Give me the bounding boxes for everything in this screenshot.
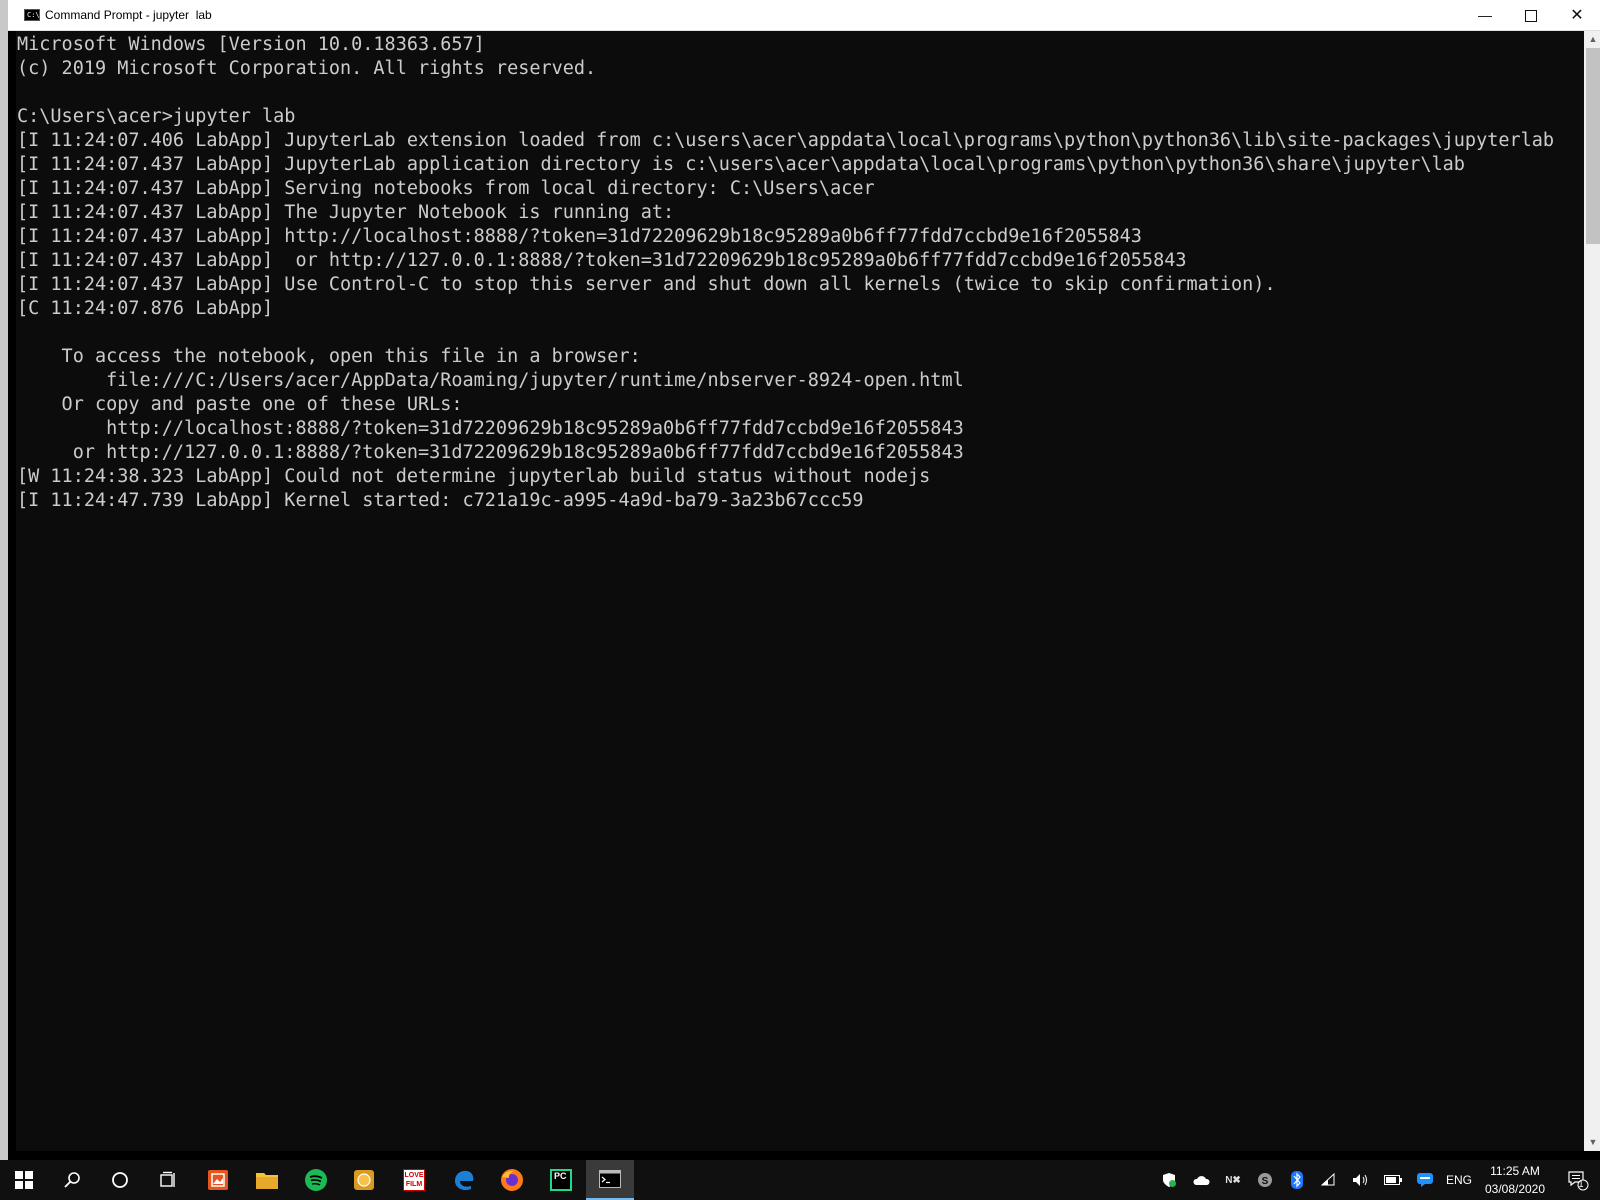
console-line: (c) 2019 Microsoft Corporation. All righ… bbox=[17, 58, 597, 79]
chat-tray[interactable] bbox=[1414, 1160, 1436, 1200]
command-prompt-icon bbox=[599, 1170, 621, 1188]
pycharm-icon: PC bbox=[550, 1169, 572, 1191]
task-view-button[interactable] bbox=[144, 1160, 192, 1200]
console-line: [I 11:24:07.437 LabApp] Use Control-C to… bbox=[17, 274, 1276, 295]
command-prompt-taskbar-button[interactable] bbox=[586, 1160, 634, 1200]
notification-count: 1 bbox=[1578, 1179, 1584, 1189]
file-explorer-icon bbox=[256, 1173, 278, 1189]
window-title: Command Prompt - jupyter lab bbox=[45, 8, 212, 22]
firefox-button[interactable] bbox=[488, 1160, 536, 1200]
edge-button[interactable] bbox=[440, 1160, 488, 1200]
spotify-icon bbox=[305, 1169, 327, 1191]
battery-icon bbox=[1384, 1175, 1402, 1185]
console-line: [C 11:24:07.876 LabApp] bbox=[17, 298, 274, 319]
minimize-icon: — bbox=[1478, 7, 1492, 23]
console-line: Or copy and paste one of these URLs: bbox=[17, 394, 463, 415]
search-icon bbox=[64, 1172, 80, 1188]
wifi-icon bbox=[1321, 1173, 1335, 1186]
bluetooth-icon bbox=[1291, 1171, 1303, 1189]
skype-icon: S bbox=[1258, 1173, 1272, 1187]
scrollbar-thumb[interactable] bbox=[1586, 48, 1600, 244]
cortana-button[interactable] bbox=[96, 1160, 144, 1200]
console-line: file:///C:/Users/acer/AppData/Roaming/ju… bbox=[17, 370, 964, 391]
skype-tray[interactable]: S bbox=[1254, 1160, 1276, 1200]
wifi-tray[interactable] bbox=[1318, 1160, 1340, 1200]
onedrive-tray[interactable] bbox=[1190, 1160, 1212, 1200]
minimize-button[interactable]: — bbox=[1462, 0, 1508, 31]
love-film-icon: LOVE FILM bbox=[403, 1169, 425, 1191]
spotify-button[interactable] bbox=[292, 1160, 340, 1200]
file-explorer-button[interactable] bbox=[243, 1160, 291, 1200]
volume-icon bbox=[1353, 1174, 1367, 1186]
clock[interactable]: 11:25 AM 03/08/2020 bbox=[1472, 1162, 1558, 1198]
command-prompt-title-icon[interactable]: C:\ bbox=[24, 9, 40, 21]
task-view-icon bbox=[160, 1171, 175, 1187]
maximize-icon bbox=[1525, 10, 1537, 23]
pycharm-button[interactable]: PC bbox=[537, 1160, 585, 1200]
console-line: Microsoft Windows [Version 10.0.18363.65… bbox=[17, 34, 485, 55]
command-prompt-window: C:\ Command Prompt - jupyter lab — ✕ Mic… bbox=[0, 0, 1600, 1160]
console-line: [I 11:24:47.739 LabApp] Kernel started: … bbox=[17, 490, 864, 511]
edge-icon bbox=[455, 1170, 474, 1191]
bluetooth-tray[interactable] bbox=[1286, 1160, 1308, 1200]
nvidia-tray[interactable]: N✖ bbox=[1222, 1160, 1244, 1200]
language-indicator[interactable]: ENG bbox=[1446, 1160, 1472, 1200]
chat-icon bbox=[1417, 1173, 1433, 1187]
onedrive-icon bbox=[1193, 1176, 1210, 1185]
scroll-up-icon[interactable]: ▲ bbox=[1584, 31, 1600, 48]
clock-time: 11:25 AM bbox=[1490, 1164, 1540, 1178]
console-line: or http://127.0.0.1:8888/?token=31d72209… bbox=[17, 442, 964, 463]
scroll-down-icon[interactable]: ▼ bbox=[1584, 1134, 1600, 1151]
coin-app-icon bbox=[354, 1170, 374, 1190]
svg-text:S: S bbox=[1262, 1176, 1269, 1187]
nvidia-icon: N✖ bbox=[1225, 1174, 1241, 1186]
firefox-icon bbox=[501, 1169, 523, 1191]
console-line: [W 11:24:38.323 LabApp] Could not determ… bbox=[17, 466, 931, 487]
console-text: Microsoft Windows [Version 10.0.18363.65… bbox=[16, 31, 1584, 513]
console-line: [I 11:24:07.437 LabApp] JupyterLab appli… bbox=[17, 154, 1465, 175]
battery-tray[interactable] bbox=[1382, 1160, 1404, 1200]
search-button[interactable] bbox=[48, 1160, 96, 1200]
title-bar[interactable]: C:\ Command Prompt - jupyter lab — ✕ bbox=[8, 0, 1600, 31]
console-line: [I 11:24:07.437 LabApp] Serving notebook… bbox=[17, 178, 875, 199]
maximize-button[interactable] bbox=[1508, 0, 1554, 31]
taskbar: LOVE FILM PC N✖ S ENG 11:25 AM 03/08/202… bbox=[0, 1160, 1600, 1200]
start-button[interactable] bbox=[0, 1160, 48, 1200]
console-line: [I 11:24:07.437 LabApp] or http://127.0.… bbox=[17, 250, 1187, 271]
console-line: To access the notebook, open this file i… bbox=[17, 346, 641, 367]
defender-icon bbox=[1163, 1173, 1176, 1187]
close-icon: ✕ bbox=[1570, 7, 1584, 24]
close-button[interactable]: ✕ bbox=[1554, 0, 1600, 31]
console-output[interactable]: Microsoft Windows [Version 10.0.18363.65… bbox=[16, 31, 1584, 1151]
clock-date: 03/08/2020 bbox=[1484, 1182, 1546, 1196]
cortana-icon bbox=[112, 1172, 128, 1188]
volume-tray[interactable] bbox=[1350, 1160, 1372, 1200]
action-center-button[interactable]: 1 bbox=[1562, 1160, 1594, 1200]
gallery-app-icon bbox=[208, 1170, 228, 1190]
start-icon bbox=[15, 1171, 33, 1189]
coin-app-button[interactable] bbox=[340, 1160, 388, 1200]
gallery-app-button[interactable] bbox=[194, 1160, 242, 1200]
language-label: ENG bbox=[1446, 1173, 1473, 1187]
console-line: [I 11:24:07.437 LabApp] The Jupyter Note… bbox=[17, 202, 675, 223]
vertical-scrollbar[interactable]: ▲ ▼ bbox=[1584, 31, 1600, 1151]
console-line: http://localhost:8888/?token=31d72209629… bbox=[17, 418, 964, 439]
defender-tray[interactable] bbox=[1158, 1160, 1180, 1200]
console-line: C:\Users\acer>jupyter lab bbox=[17, 106, 296, 127]
console-line: [I 11:24:07.406 LabApp] JupyterLab exten… bbox=[17, 130, 1555, 151]
console-line: [I 11:24:07.437 LabApp] http://localhost… bbox=[17, 226, 1142, 247]
love-film-button[interactable]: LOVE FILM bbox=[390, 1160, 438, 1200]
